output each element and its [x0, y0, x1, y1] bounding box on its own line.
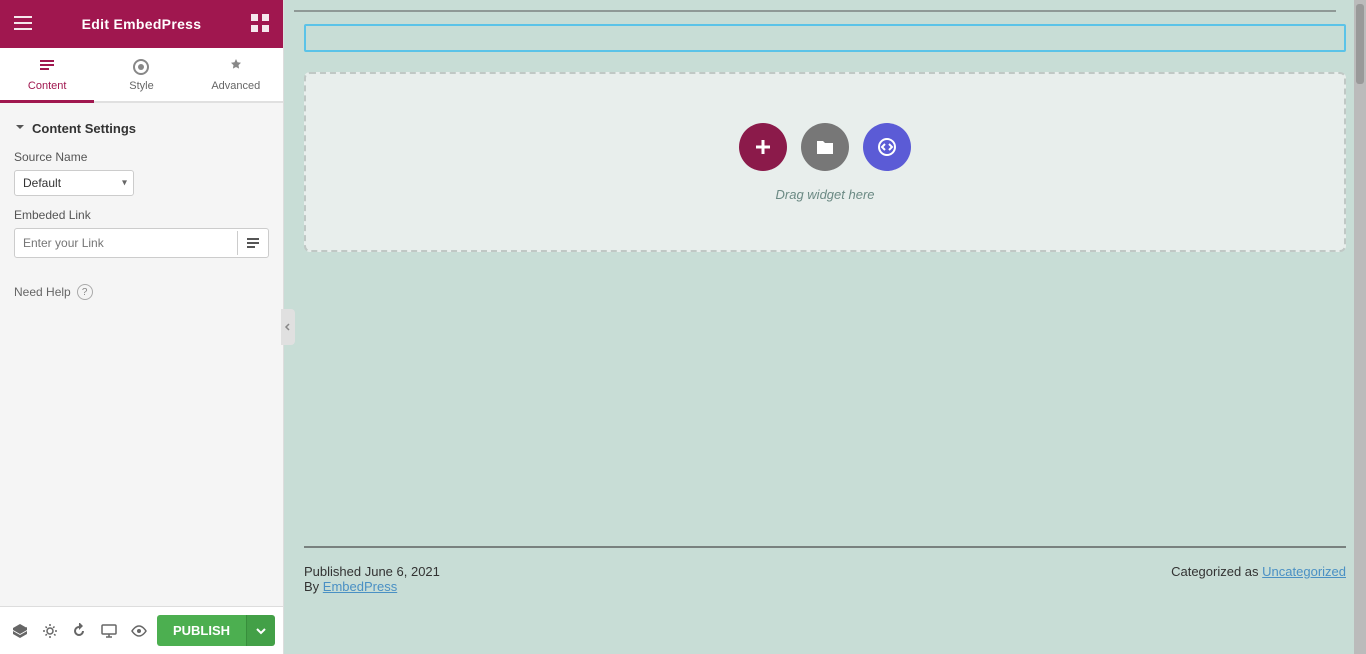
source-name-select[interactable]: Default [14, 170, 134, 196]
settings-icon [42, 623, 58, 639]
list-icon [246, 236, 260, 250]
page-footer: Published June 6, 2021 By EmbedPress Cat… [304, 546, 1346, 594]
publish-btn-group: PUBLISH [157, 615, 275, 646]
by-label: By [304, 579, 319, 594]
published-text: Published June 6, 2021 [304, 564, 440, 579]
tab-style-label: Style [129, 80, 153, 92]
tab-advanced-label: Advanced [211, 80, 260, 92]
section-chevron-icon [14, 121, 26, 136]
embed-link-icon-button[interactable] [237, 231, 268, 255]
scrollbar[interactable] [1354, 0, 1366, 654]
plus-icon [752, 136, 774, 158]
panel-header: Edit EmbedPress [0, 0, 283, 48]
help-icon[interactable]: ? [77, 284, 93, 300]
layers-icon [12, 623, 28, 639]
history-icon [71, 623, 87, 639]
panel-title: Edit EmbedPress [82, 16, 202, 32]
right-area: Drag widget here Published June 6, 2021 … [284, 0, 1366, 654]
embed-icon [876, 136, 898, 158]
add-widget-button[interactable] [739, 123, 787, 171]
folder-icon [814, 136, 836, 158]
embed-link-input-row [14, 228, 269, 258]
source-name-label: Source Name [14, 150, 269, 164]
publish-dropdown-icon [255, 625, 267, 637]
tab-style[interactable]: Style [94, 48, 188, 103]
footer-left: Published June 6, 2021 By EmbedPress [304, 564, 440, 594]
collapse-arrow-icon [284, 323, 292, 331]
footer-divider [304, 546, 1346, 548]
drag-icons-row [739, 123, 911, 171]
bottom-bar: PUBLISH [0, 606, 283, 654]
settings-icon-button[interactable] [38, 617, 62, 645]
by-link[interactable]: EmbedPress [323, 579, 397, 594]
section-header[interactable]: Content Settings [0, 113, 283, 144]
need-help-section: Need Help ? [0, 264, 283, 320]
publish-button[interactable]: PUBLISH [157, 615, 246, 646]
left-panel: Edit EmbedPress Content Style Advanced C… [0, 0, 284, 654]
panel-tabs: Content Style Advanced [0, 48, 283, 103]
footer-text-row: Published June 6, 2021 By EmbedPress Cat… [304, 564, 1346, 594]
collapse-handle[interactable] [281, 309, 295, 345]
folder-button[interactable] [801, 123, 849, 171]
selected-element-highlight [304, 24, 1346, 52]
drag-widget-text: Drag widget here [776, 187, 875, 202]
tab-advanced[interactable]: Advanced [189, 48, 283, 103]
section-title: Content Settings [32, 121, 136, 136]
desktop-icon [101, 623, 117, 639]
scrollbar-thumb[interactable] [1356, 4, 1364, 84]
source-name-select-wrapper: Default ▾ [14, 170, 134, 196]
grid-icon[interactable] [251, 14, 269, 35]
footer-right: Categorized as Uncategorized [1171, 564, 1346, 594]
tab-content[interactable]: Content [0, 48, 94, 103]
need-help-label: Need Help [14, 285, 71, 299]
embed-link-section: Embeded Link [0, 202, 283, 264]
top-divider [294, 10, 1336, 12]
history-icon-button[interactable] [68, 617, 92, 645]
drag-widget-area: Drag widget here [304, 72, 1346, 252]
layers-icon-button[interactable] [8, 617, 32, 645]
category-link[interactable]: Uncategorized [1262, 564, 1346, 579]
source-name-field: Source Name Default ▾ [0, 144, 283, 202]
tab-content-label: Content [28, 80, 67, 92]
embed-link-input[interactable] [15, 229, 237, 257]
preview-icon-button[interactable] [127, 617, 151, 645]
desktop-icon-button[interactable] [97, 617, 121, 645]
eye-icon [131, 623, 147, 639]
embed-link-label: Embeded Link [14, 208, 269, 222]
hamburger-icon[interactable] [14, 14, 32, 35]
embed-button[interactable] [863, 123, 911, 171]
publish-arrow-button[interactable] [246, 615, 275, 646]
panel-content: Content Settings Source Name Default ▾ E… [0, 103, 283, 606]
categorized-text: Categorized as [1171, 564, 1258, 579]
